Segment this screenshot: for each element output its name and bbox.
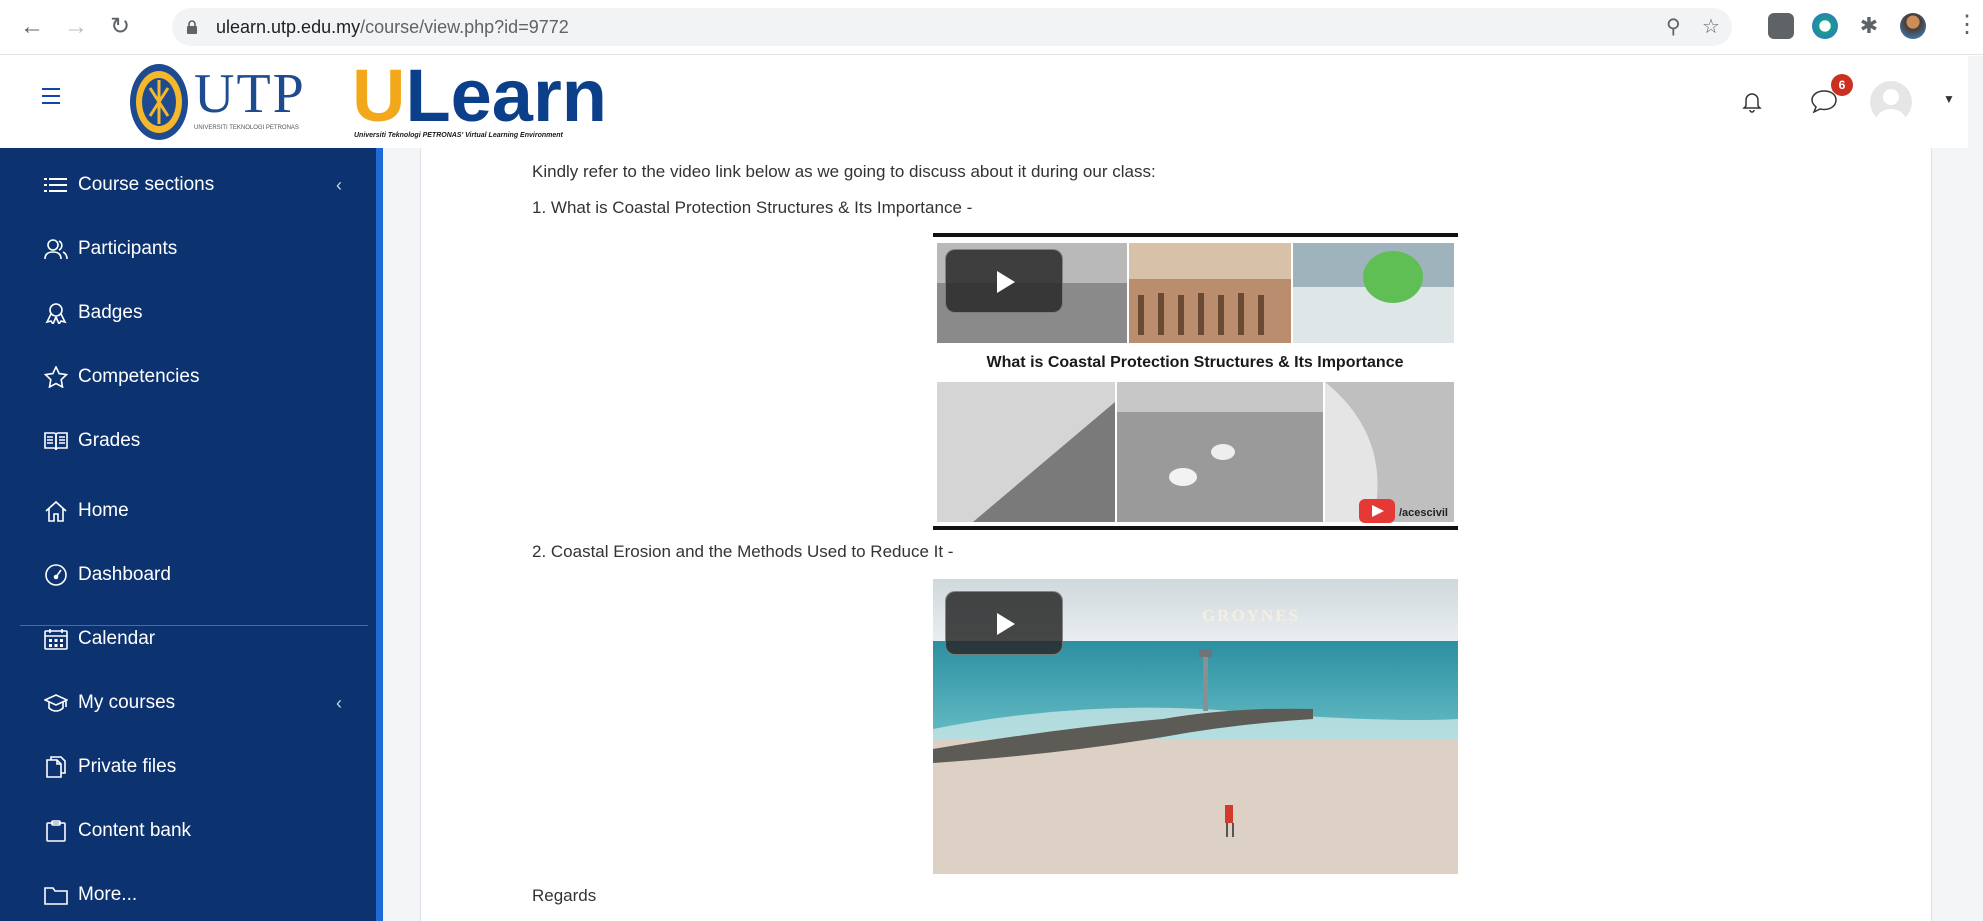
video-1-heading: 1. What is Coastal Protection Structures…	[532, 198, 973, 217]
files-icon	[46, 756, 66, 778]
utp-seal-icon	[130, 64, 188, 140]
back-arrow-icon[interactable]: ←	[18, 13, 46, 41]
video-1-channel: /acescivil	[1399, 507, 1448, 519]
sidebar-item-home[interactable]: Home	[44, 491, 374, 531]
sidebar-item-badges[interactable]: Badges	[44, 293, 374, 333]
url-host: ulearn.utp.edu.my	[216, 17, 361, 37]
play-icon	[997, 613, 1015, 635]
extension-1-icon[interactable]	[1768, 13, 1794, 39]
message-count-badge: 6	[1831, 74, 1853, 96]
bookmark-star-icon[interactable]: ☆	[1702, 17, 1720, 37]
page-scrollbar[interactable]	[1968, 56, 1983, 921]
extension-2-icon[interactable]	[1812, 13, 1838, 39]
sidebar-item-label: Content bank	[78, 820, 192, 841]
utp-subtitle: UNIVERSITI TEKNOLOGI PETRONAS	[194, 125, 299, 131]
folder-icon	[44, 887, 68, 905]
video-2-embed[interactable]: GROYNES	[933, 579, 1458, 874]
sidebar-item-dashboard[interactable]: Dashboard	[44, 555, 374, 595]
user-menu-caret-icon[interactable]: ▼	[1943, 92, 1955, 106]
sidebar-item-label: Grades	[78, 430, 141, 451]
sidebar-item-grades[interactable]: Grades	[44, 421, 374, 461]
sidebar-item-label: Calendar	[78, 628, 156, 649]
sidebar-item-label: Competencies	[78, 366, 200, 387]
browser-menu-icon[interactable]: ⋮	[1955, 10, 1979, 40]
sidebar-item-more[interactable]: More...	[44, 875, 374, 915]
sidebar-item-label: Course sections	[78, 174, 215, 195]
ulearn-rest: Learn	[405, 54, 607, 137]
sidebar-item-my-courses[interactable]: My courses ‹	[44, 683, 374, 723]
video-2-caption: GROYNES	[1202, 606, 1300, 625]
sidebar-item-label: More...	[78, 884, 138, 905]
video-1-play-button[interactable]	[945, 249, 1063, 313]
site-navbar: UTP UNIVERSITI TEKNOLOGI PETRONAS ULearn…	[0, 54, 1983, 148]
sidebar-item-label: Home	[78, 500, 129, 521]
list-icon	[44, 178, 67, 192]
sidebar-item-course-sections[interactable]: Course sections ‹	[44, 165, 374, 205]
video-1-embed[interactable]: What is Coastal Protection Structures & …	[933, 233, 1458, 530]
sidebar-item-calendar[interactable]: Calendar	[44, 619, 374, 659]
badge-icon	[45, 303, 67, 324]
address-bar[interactable]: ulearn.utp.edu.my/course/view.php?id=977…	[172, 8, 1732, 46]
star-icon	[44, 366, 68, 388]
course-sidebar: Course sections ‹ Participants Badges Co…	[0, 148, 376, 921]
sidebar-edge	[376, 148, 383, 921]
sidebar-item-content-bank[interactable]: Content bank	[44, 811, 374, 851]
sidebar-item-private-files[interactable]: Private files	[44, 747, 374, 787]
intro-text: Kindly refer to the video link below as …	[532, 162, 1156, 181]
profile-icon[interactable]	[1900, 13, 1926, 39]
participants-icon	[44, 239, 68, 260]
puzzle-icon[interactable]: ✱	[1856, 13, 1882, 39]
notification-bell-icon[interactable]	[1742, 91, 1762, 113]
dashboard-gauge-icon	[45, 564, 67, 586]
play-icon	[997, 271, 1015, 293]
url-text: ulearn.utp.edu.my/course/view.php?id=977…	[216, 8, 569, 46]
utp-wordmark: UTP	[194, 63, 306, 125]
user-avatar-icon	[1876, 89, 1906, 123]
chevron-left-icon[interactable]: ‹	[336, 683, 342, 723]
lock-icon	[187, 20, 197, 34]
zoom-icon[interactable]: ⚲	[1666, 17, 1681, 37]
video-2-play-button[interactable]	[945, 591, 1063, 655]
ulearn-u: U	[352, 54, 406, 137]
closing-text: Regards	[532, 886, 597, 905]
forward-arrow-icon[interactable]: →	[62, 13, 90, 41]
grades-book-icon	[44, 432, 68, 451]
browser-toolbar: ← → ↻ ulearn.utp.edu.my/course/view.php?…	[0, 0, 1983, 55]
sidebar-item-label: Badges	[78, 302, 143, 323]
video-1-caption: What is Coastal Protection Structures & …	[987, 354, 1404, 371]
chevron-left-icon[interactable]: ‹	[336, 165, 342, 205]
sidebar-item-label: My courses	[78, 692, 176, 713]
site-logo[interactable]: UTP UNIVERSITI TEKNOLOGI PETRONAS ULearn…	[128, 54, 648, 146]
clipboard-icon	[46, 820, 66, 842]
calendar-icon	[44, 629, 68, 650]
ulearn-subtitle: Universiti Teknologi PETRONAS' Virtual L…	[354, 132, 563, 139]
video-2-heading: 2. Coastal Erosion and the Methods Used …	[532, 542, 954, 561]
hamburger-menu-icon[interactable]	[42, 88, 60, 104]
graduation-cap-icon	[44, 694, 68, 712]
sidebar-item-label: Participants	[78, 238, 178, 259]
sidebar-item-label: Dashboard	[78, 564, 171, 585]
user-avatar[interactable]	[1870, 81, 1912, 123]
reload-icon[interactable]: ↻	[106, 13, 134, 41]
sidebar-item-competencies[interactable]: Competencies	[44, 357, 374, 397]
sidebar-item-label: Private files	[78, 756, 177, 777]
ulearn-wordmark: ULearn	[352, 54, 607, 138]
url-path: /course/view.php?id=9772	[360, 17, 569, 37]
home-icon	[45, 500, 67, 522]
sidebar-item-participants[interactable]: Participants	[44, 229, 374, 269]
